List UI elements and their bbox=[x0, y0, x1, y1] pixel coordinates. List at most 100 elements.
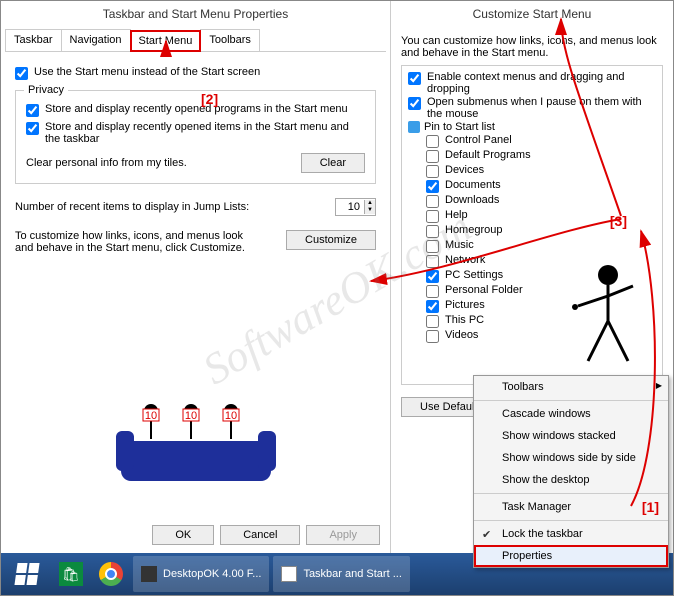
clear-button[interactable]: Clear bbox=[301, 153, 365, 173]
apply-button[interactable]: Apply bbox=[306, 525, 380, 545]
dialog-buttons: OK Cancel Apply bbox=[152, 525, 380, 545]
option-row[interactable]: Control Panel bbox=[426, 134, 656, 148]
option-checkbox[interactable] bbox=[426, 240, 439, 253]
customize-row: To customize how links, icons, and menus… bbox=[15, 230, 376, 254]
option-checkbox[interactable] bbox=[426, 300, 439, 313]
tab-start-menu[interactable]: Start Menu bbox=[130, 30, 202, 52]
store-button[interactable]: 🛍 bbox=[53, 556, 89, 592]
jump-label: Number of recent items to display in Jum… bbox=[15, 201, 249, 213]
option-checkbox[interactable] bbox=[426, 135, 439, 148]
menu-item-properties[interactable]: Properties bbox=[474, 545, 668, 567]
use-start-menu-label: Use the Start menu instead of the Start … bbox=[34, 66, 260, 78]
option-label: Default Programs bbox=[445, 149, 531, 161]
couch-figures-icon: 10 10 10 bbox=[111, 401, 281, 491]
jump-row: Number of recent items to display in Jum… bbox=[15, 198, 376, 216]
priv1-row[interactable]: Store and display recently opened progra… bbox=[26, 103, 365, 117]
menu-item-toolbars[interactable]: Toolbars bbox=[474, 376, 668, 398]
option-label: Open submenus when I pause on them with … bbox=[427, 96, 656, 120]
spinner-down-icon[interactable]: ▼ bbox=[365, 207, 375, 214]
priv2-label: Store and display recently opened items … bbox=[45, 121, 365, 145]
option-row[interactable]: Open submenus when I pause on them with … bbox=[408, 96, 656, 120]
menu-item-show-the-desktop[interactable]: Show the desktop bbox=[474, 469, 668, 491]
taskbar-app-desktopok[interactable]: DesktopOK 4.00 F... bbox=[133, 556, 269, 592]
option-label: Pictures bbox=[445, 299, 485, 311]
jump-spinner[interactable]: ▲▼ bbox=[335, 198, 376, 216]
option-checkbox[interactable] bbox=[426, 150, 439, 163]
option-label: Videos bbox=[445, 329, 478, 341]
taskbar-app-properties[interactable]: Taskbar and Start ... bbox=[273, 556, 409, 592]
use-start-menu-checkbox[interactable] bbox=[15, 67, 28, 80]
menu-item-task-manager[interactable]: Task Manager bbox=[474, 496, 668, 518]
menu-item-show-windows-stacked[interactable]: Show windows stacked bbox=[474, 425, 668, 447]
option-checkbox[interactable] bbox=[426, 165, 439, 178]
tab-taskbar[interactable]: Taskbar bbox=[5, 29, 62, 51]
taskbar-app-label: Taskbar and Start ... bbox=[303, 568, 401, 580]
svg-text:10: 10 bbox=[185, 410, 197, 422]
tab-strip: Taskbar Navigation Start Menu Toolbars bbox=[5, 29, 386, 52]
option-label: Enable context menus and dragging and dr… bbox=[427, 71, 656, 95]
taskbar-context-menu: Toolbars Cascade windowsShow windows stac… bbox=[473, 375, 669, 568]
windows-logo-icon bbox=[14, 563, 39, 585]
option-checkbox[interactable] bbox=[426, 315, 439, 328]
option-checkbox[interactable] bbox=[426, 180, 439, 193]
taskbar-app-label: DesktopOK 4.00 F... bbox=[163, 568, 261, 580]
menu-item-show-windows-side-by-side[interactable]: Show windows side by side bbox=[474, 447, 668, 469]
option-label: Pin to Start list bbox=[424, 121, 495, 133]
priv2-checkbox[interactable] bbox=[26, 122, 39, 135]
jump-input[interactable] bbox=[336, 199, 364, 215]
dialog-title-right: Customize Start Menu bbox=[391, 1, 673, 27]
menu-separator bbox=[474, 520, 668, 521]
option-row[interactable]: Pin to Start list bbox=[408, 121, 656, 133]
spinner-up-icon[interactable]: ▲ bbox=[365, 200, 375, 207]
pin-icon bbox=[408, 121, 420, 133]
option-row[interactable]: Devices bbox=[426, 164, 656, 178]
option-label: Downloads bbox=[445, 194, 499, 206]
option-checkbox[interactable] bbox=[408, 72, 421, 85]
option-row[interactable]: Documents bbox=[426, 179, 656, 193]
cancel-button[interactable]: Cancel bbox=[220, 525, 300, 545]
menu-item-lock-the-taskbar[interactable]: Lock the taskbar bbox=[474, 523, 668, 545]
option-checkbox[interactable] bbox=[426, 330, 439, 343]
customize-button[interactable]: Customize bbox=[286, 230, 376, 250]
use-start-menu-row[interactable]: Use the Start menu instead of the Start … bbox=[15, 66, 376, 80]
priv2-row[interactable]: Store and display recently opened items … bbox=[26, 121, 365, 145]
chrome-button[interactable] bbox=[93, 556, 129, 592]
option-checkbox[interactable] bbox=[426, 195, 439, 208]
menu-separator bbox=[474, 493, 668, 494]
priv1-checkbox[interactable] bbox=[26, 104, 39, 117]
customize-desc: You can customize how links, icons, and … bbox=[401, 35, 663, 59]
privacy-group: Privacy Store and display recently opene… bbox=[15, 90, 376, 184]
tab-navigation[interactable]: Navigation bbox=[61, 29, 131, 51]
svg-text:10: 10 bbox=[225, 410, 237, 422]
privacy-title: Privacy bbox=[24, 84, 68, 96]
option-row[interactable]: Help bbox=[426, 209, 656, 223]
option-label: Network bbox=[445, 254, 485, 266]
option-row[interactable]: Default Programs bbox=[426, 149, 656, 163]
option-label: PC Settings bbox=[445, 269, 503, 281]
menu-separator bbox=[474, 400, 668, 401]
option-row[interactable]: Music bbox=[426, 239, 656, 253]
option-label: Personal Folder bbox=[445, 284, 523, 296]
customize-label: To customize how links, icons, and menus… bbox=[15, 230, 255, 254]
chrome-icon bbox=[99, 562, 123, 586]
start-button[interactable] bbox=[5, 556, 49, 592]
option-label: This PC bbox=[445, 314, 484, 326]
option-checkbox[interactable] bbox=[426, 210, 439, 223]
menu-item-cascade-windows[interactable]: Cascade windows bbox=[474, 403, 668, 425]
option-checkbox[interactable] bbox=[426, 255, 439, 268]
clear-row: Clear personal info from my tiles. Clear bbox=[26, 153, 365, 173]
app-icon bbox=[281, 566, 297, 582]
option-row[interactable]: Enable context menus and dragging and dr… bbox=[408, 71, 656, 95]
option-checkbox[interactable] bbox=[426, 270, 439, 283]
option-row[interactable]: Homegroup bbox=[426, 224, 656, 238]
spinner-arrows[interactable]: ▲▼ bbox=[364, 200, 375, 214]
option-checkbox[interactable] bbox=[426, 285, 439, 298]
ok-button[interactable]: OK bbox=[152, 525, 214, 545]
tab-toolbars[interactable]: Toolbars bbox=[200, 29, 260, 51]
option-label: Help bbox=[445, 209, 468, 221]
option-checkbox[interactable] bbox=[408, 97, 421, 110]
option-checkbox[interactable] bbox=[426, 225, 439, 238]
option-row[interactable]: Downloads bbox=[426, 194, 656, 208]
clear-label: Clear personal info from my tiles. bbox=[26, 157, 187, 169]
option-label: Homegroup bbox=[445, 224, 502, 236]
